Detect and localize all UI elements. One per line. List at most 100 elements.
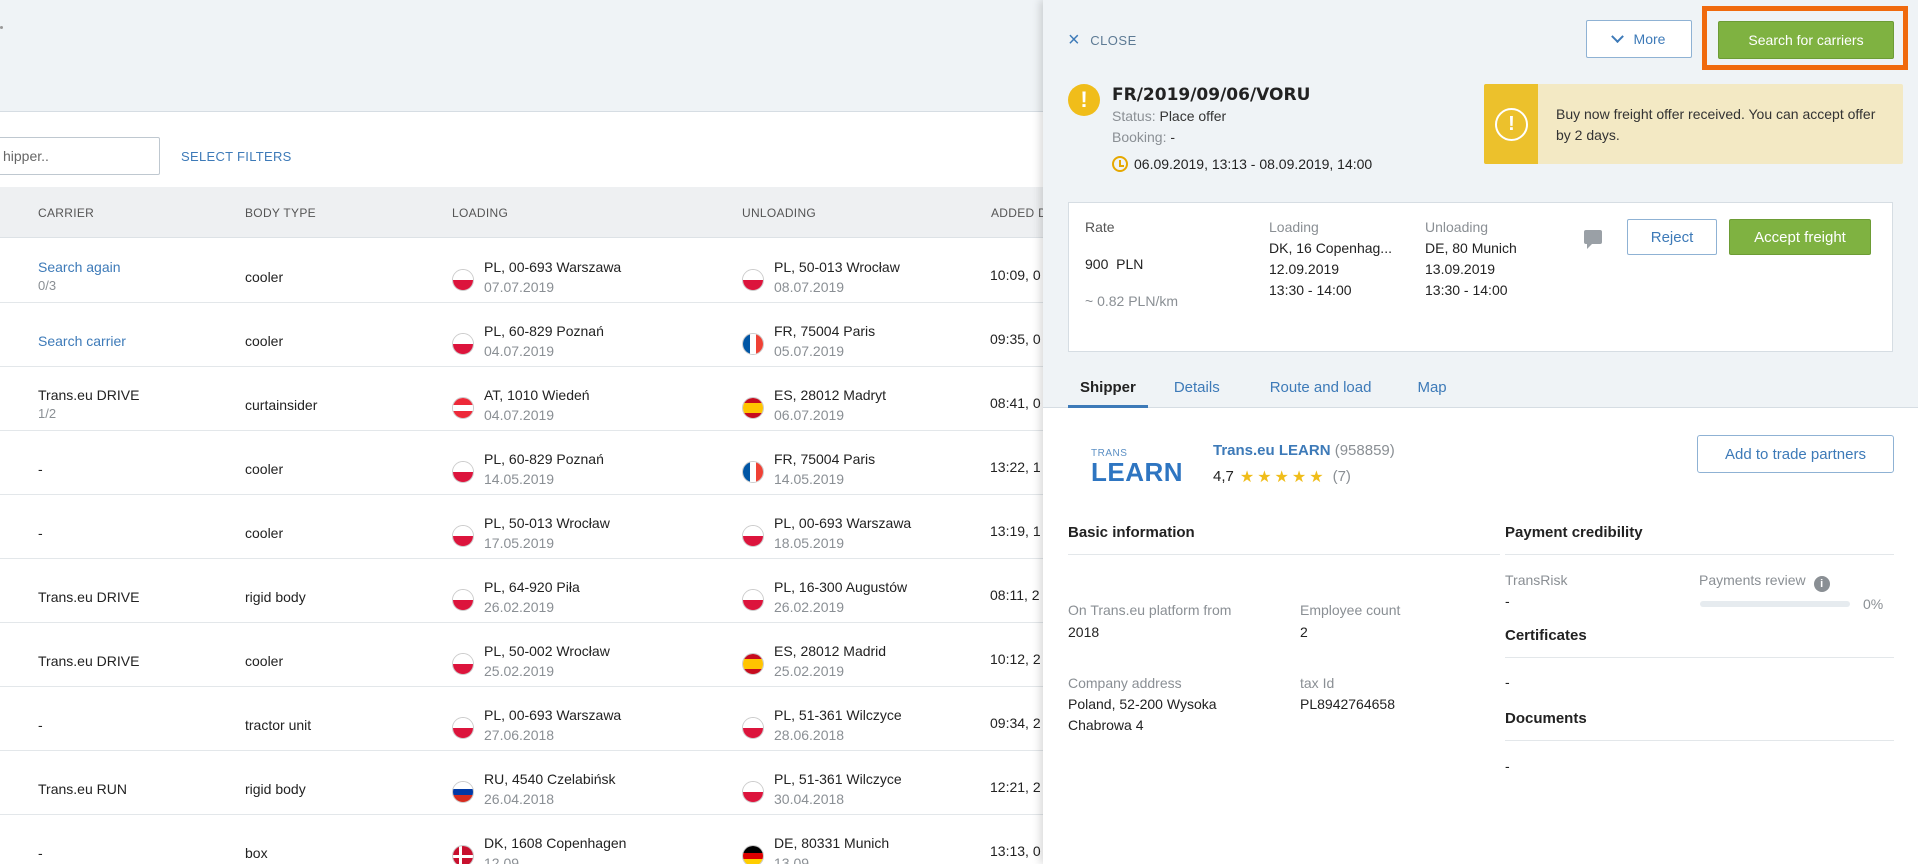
unloading-place: FR, 75004 Paris — [774, 323, 876, 339]
payments-review-value: 0% — [1863, 596, 1884, 612]
loading-place: PL, 64-920 Piła — [484, 579, 580, 595]
added-time: 09:35, 0 — [990, 331, 1041, 347]
date-range-value: 06.09.2019, 13:13 - 08.09.2019, 14:00 — [1134, 156, 1373, 172]
panel-tabs: Shipper Details Route and load Map — [1068, 375, 1473, 408]
shipper-search-input[interactable] — [0, 137, 160, 175]
unloading-date: 13.09.2019 — [1425, 261, 1496, 277]
status-value: Place offer — [1159, 108, 1227, 124]
unloading-place: FR, 75004 Paris — [774, 451, 876, 467]
body-type-cell: cooler — [245, 333, 284, 349]
body-type-cell: cooler — [245, 269, 284, 285]
loading-cell: PL, 50-002 Wrocław 25.02.2019 — [452, 641, 610, 682]
loading-cell: PL, 60-829 Poznań 04.07.2019 — [452, 321, 604, 362]
buy-now-notice: ! Buy now freight offer received. You ca… — [1484, 84, 1903, 164]
shipper-id: (958859) — [1334, 442, 1395, 459]
shipper-name-link[interactable]: Trans.eu LEARN — [1213, 442, 1331, 459]
body-type-cell: rigid body — [245, 589, 306, 605]
tab-map[interactable]: Map — [1405, 375, 1458, 408]
unloading-date: 26.02.2019 — [774, 599, 845, 615]
booking-label: Booking: — [1112, 129, 1167, 145]
flag-dk-icon — [452, 845, 474, 864]
tab-shipper[interactable]: Shipper — [1068, 375, 1148, 408]
payments-review-label: Payments review i — [1699, 572, 1830, 592]
certificates-value: - — [1505, 674, 1510, 690]
search-for-carriers-button[interactable]: Search for carriers — [1718, 21, 1894, 59]
flag-fr-icon — [742, 333, 764, 355]
carrier-name: - — [38, 717, 43, 733]
added-time: 13:19, 1 — [990, 523, 1041, 539]
flag-pl-icon — [742, 589, 764, 611]
comment-icon[interactable] — [1584, 230, 1602, 249]
carrier-name: - — [38, 461, 43, 477]
add-to-trade-partners-button[interactable]: Add to trade partners — [1697, 435, 1894, 473]
address-line1: Poland, 52-200 Wysoka — [1068, 696, 1217, 712]
transrisk-value: - — [1505, 593, 1510, 609]
flag-es-icon — [742, 653, 764, 675]
flag-at-icon — [452, 397, 474, 419]
loading-place: DK, 16 Copenhag... — [1269, 240, 1392, 256]
reject-button[interactable]: Reject — [1627, 219, 1717, 255]
loading-time: 13:30 - 14:00 — [1269, 282, 1352, 298]
flag-pl-icon — [742, 717, 764, 739]
body-type-cell: rigid body — [245, 781, 306, 797]
header-carrier[interactable]: CARRIER — [38, 206, 94, 220]
loading-cell: PL, 60-829 Poznań 14.05.2019 — [452, 449, 604, 490]
loading-place: PL, 50-013 Wrocław — [484, 515, 610, 531]
carrier-name[interactable]: Search carrier — [38, 333, 126, 349]
added-time: 08:41, 0 — [990, 395, 1041, 411]
more-button[interactable]: More — [1586, 20, 1692, 58]
rate-value: 900 — [1085, 256, 1109, 272]
carrier-cell: Search carrier — [38, 331, 126, 351]
unloading-label: Unloading — [1425, 219, 1489, 235]
chevron-down-icon — [1610, 29, 1624, 43]
header-body-type[interactable]: BODY TYPE — [245, 206, 316, 220]
loading-place: PL, 00-693 Warszawa — [484, 259, 622, 275]
payments-review-bar — [1700, 601, 1850, 607]
carrier-name: Trans.eu DRIVE — [38, 387, 140, 403]
offer-id: FR/2019/09/06/VORU — [1112, 85, 1311, 105]
carrier-cell: Trans.eu DRIVE — [38, 651, 139, 671]
unloading-place: DE, 80331 Munich — [774, 835, 890, 851]
platform-value: 2018 — [1068, 624, 1100, 640]
carrier-cell: Search again 0/3 — [38, 257, 121, 295]
basic-info-title: Basic information — [1068, 524, 1195, 541]
select-filters-link[interactable]: SELECT FILTERS — [181, 149, 292, 164]
divider — [1505, 657, 1894, 658]
payments-review-text: Payments review — [1699, 572, 1806, 588]
employee-value: 2 — [1300, 624, 1308, 640]
exclamation-icon: ! — [1495, 108, 1528, 141]
header-unloading[interactable]: UNLOADING — [742, 206, 816, 220]
rate-amount: 900 PLN — [1085, 254, 1178, 275]
flag-pl-icon — [452, 333, 474, 355]
loading-date: 25.02.2019 — [484, 663, 555, 679]
rate-label: Rate — [1085, 219, 1115, 235]
header-added[interactable]: ADDED D — [991, 206, 1047, 220]
carrier-name[interactable]: Search again — [38, 259, 121, 275]
loading-place: DK, 1608 Copenhagen — [484, 835, 627, 851]
header-loading[interactable]: LOADING — [452, 206, 508, 220]
carrier-count: 0/3 — [38, 278, 57, 293]
accept-freight-button[interactable]: Accept freight — [1729, 219, 1871, 255]
unloading-place: PL, 16-300 Augustów — [774, 579, 908, 595]
added-time: 08:11, 2 — [990, 587, 1040, 603]
offer-date-range: 06.09.2019, 13:13 - 08.09.2019, 14:00 — [1112, 156, 1372, 172]
loading-date: 17.05.2019 — [484, 535, 555, 551]
info-icon[interactable]: i — [1813, 576, 1830, 592]
unloading-place: DE, 80 Munich — [1425, 240, 1517, 256]
loading-cell: PL, 00-693 Warszawa 27.06.2018 — [452, 705, 621, 746]
unloading-cell: FR, 75004 Paris 14.05.2019 — [742, 449, 875, 490]
unloading-date: 06.07.2019 — [774, 407, 845, 423]
carrier-cell: - — [38, 843, 43, 863]
employee-label: Employee count — [1300, 602, 1401, 618]
flag-pl-icon — [452, 269, 474, 291]
flag-pl-icon — [452, 653, 474, 675]
carrier-name: Trans.eu DRIVE — [38, 589, 140, 605]
carrier-name: Trans.eu RUN — [38, 781, 127, 797]
tab-route-and-load[interactable]: Route and load — [1258, 375, 1384, 408]
unloading-cell: DE, 80331 Munich 13.09 — [742, 833, 889, 864]
clock-icon — [1112, 156, 1128, 172]
close-button[interactable]: × CLOSE — [1068, 30, 1137, 50]
tab-details[interactable]: Details — [1162, 375, 1232, 408]
loading-cell: DK, 1608 Copenhagen 12.09 — [452, 833, 626, 864]
rating-count[interactable]: (7) — [1333, 468, 1351, 485]
